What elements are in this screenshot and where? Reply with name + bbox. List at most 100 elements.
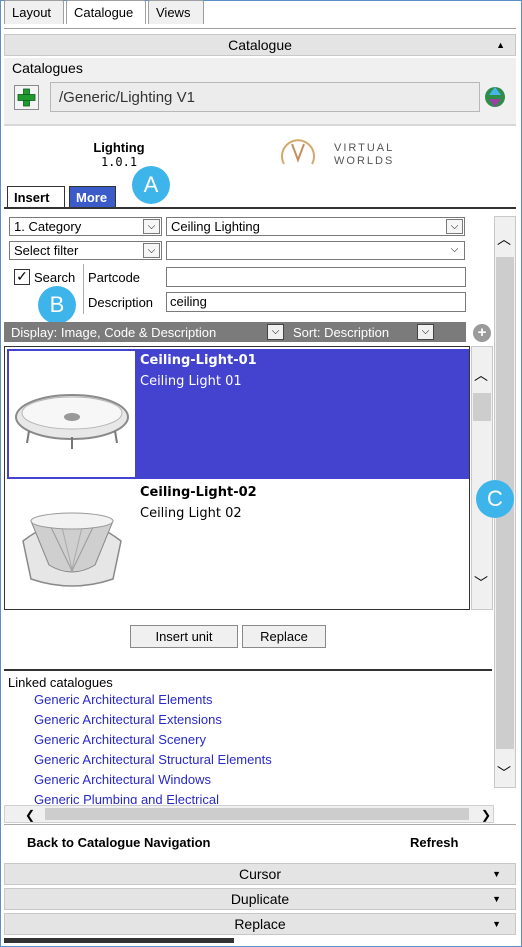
linked-catalogue-link[interactable]: Generic Architectural Windows <box>34 772 211 787</box>
duplicate-bar[interactable]: Duplicate ▼ <box>4 888 516 910</box>
filter-value-select[interactable]: ⌵ <box>166 241 465 260</box>
search-label: Search <box>34 270 76 285</box>
filter-select[interactable]: Select filter ⌵ <box>9 241 162 260</box>
category-type-select[interactable]: 1. Category ⌵ <box>9 217 162 236</box>
item-description: Ceiling Light 02 <box>140 506 242 521</box>
duplicate-bar-title: Duplicate <box>230 891 290 907</box>
insert-unit-label: Insert unit <box>155 629 213 644</box>
ceiling-light-02-image <box>22 512 122 587</box>
partcode-input[interactable] <box>166 267 466 287</box>
scroll-up-icon[interactable]: ︿ <box>497 229 511 249</box>
list-item-ceiling-light-01[interactable]: Ceiling-Light-01 Ceiling Light 01 <box>7 349 469 479</box>
display-mode-value: Display: Image, Code & Description <box>11 325 217 340</box>
linked-catalogue-link[interactable]: Generic Architectural Scenery <box>34 732 206 747</box>
add-catalogue-button[interactable] <box>14 85 39 110</box>
filter-divider <box>83 264 84 314</box>
subtab-underline <box>4 207 516 209</box>
chevron-down-icon: ⌵ <box>267 324 284 340</box>
category-value-text: Ceiling Lighting <box>171 219 260 234</box>
back-to-navigation-link[interactable]: Back to Catalogue Navigation <box>27 835 210 850</box>
partcode-label: Partcode <box>88 270 141 285</box>
plus-icon <box>17 88 36 107</box>
search-checkbox[interactable]: ✓ <box>14 269 30 285</box>
linked-catalogue-link[interactable]: Generic Architectural Structural Element… <box>34 752 272 767</box>
tab-more[interactable]: More <box>69 186 116 208</box>
refresh-link[interactable]: Refresh <box>410 835 458 850</box>
collapse-up-icon: ▲ <box>496 40 505 50</box>
tab-insert[interactable]: Insert <box>7 186 65 208</box>
tab-views-label: Views <box>156 5 191 20</box>
filter-select-value: Select filter <box>14 243 79 258</box>
badge-b: B <box>38 286 76 324</box>
display-mode-select[interactable]: Display: Image, Code & Description ⌵ <box>8 324 286 341</box>
horizontal-scrollbar[interactable]: ❮ ❯ <box>4 805 494 823</box>
replace-bar-title: Replace <box>234 916 286 932</box>
linked-clip: Generic Plumbing and Electrical <box>4 790 494 804</box>
category-value-select[interactable]: Ceiling Lighting ⌵ <box>166 217 465 236</box>
tab-insert-label: Insert <box>14 190 50 205</box>
description-input[interactable]: ceiling <box>166 292 466 312</box>
item-thumbnail <box>9 351 135 477</box>
chevron-down-icon: ⌵ <box>450 244 459 255</box>
separator <box>4 124 516 126</box>
description-value: ceiling <box>170 294 207 309</box>
add-item-icon[interactable]: + <box>473 324 491 342</box>
scroll-down-icon[interactable]: ﹀ <box>474 573 488 593</box>
scroll-down-icon[interactable]: ﹀ <box>497 763 511 783</box>
linked-catalogues-title: Linked catalogues <box>8 675 113 690</box>
tab-views[interactable]: Views <box>148 0 204 24</box>
item-list: Ceiling-Light-01 Ceiling Light 01 Ceilin… <box>4 346 470 610</box>
scroll-right-icon[interactable]: ❯ <box>481 808 491 822</box>
list-vertical-scrollbar[interactable]: ︿ ﹀ <box>471 346 493 610</box>
badge-c: C <box>476 480 514 518</box>
linked-divider <box>4 669 492 671</box>
replace-bar[interactable]: Replace ▼ <box>4 913 516 935</box>
list-item-ceiling-light-02[interactable]: Ceiling-Light-02 Ceiling Light 02 <box>7 481 469 607</box>
scroll-left-icon[interactable]: ❮ <box>25 808 35 822</box>
ceiling-light-01-image <box>15 394 129 449</box>
footer-divider <box>4 824 516 825</box>
item-description: Ceiling Light 01 <box>140 374 242 389</box>
logo-text-line1: VIRTUAL <box>334 142 395 154</box>
expand-down-icon: ▼ <box>492 869 501 879</box>
item-code: Ceiling-Light-02 <box>140 485 257 500</box>
linked-catalogue-link[interactable]: Generic Architectural Elements <box>34 692 212 707</box>
replace-button[interactable]: Replace <box>242 625 326 648</box>
chevron-down-icon: ⌵ <box>143 219 160 234</box>
catalogues-label: Catalogues <box>12 60 83 76</box>
tab-divider <box>4 28 516 29</box>
catalogue-header-title: Catalogue <box>228 37 292 53</box>
item-code: Ceiling-Light-01 <box>140 353 257 368</box>
catalogue-name: Lighting <box>93 140 145 155</box>
sort-mode-value: Sort: Description <box>293 325 390 340</box>
logo-mark-icon <box>281 139 315 165</box>
up-down-arrows-icon <box>485 87 505 107</box>
insert-unit-button[interactable]: Insert unit <box>130 625 238 648</box>
replace-label: Replace <box>260 629 308 644</box>
logo-text-line2: WORLDS <box>334 155 395 167</box>
expand-down-icon: ▼ <box>492 894 501 904</box>
linked-catalogue-link[interactable]: Generic Plumbing and Electrical <box>34 792 219 804</box>
item-thumbnail <box>9 483 135 605</box>
catalogue-path-text: /Generic/Lighting V1 <box>59 89 195 106</box>
catalogue-path-field[interactable]: /Generic/Lighting V1 <box>50 82 480 112</box>
tab-more-label: More <box>76 190 108 205</box>
cursor-bar[interactable]: Cursor ▼ <box>4 863 516 885</box>
tab-layout-label: Layout <box>12 5 52 20</box>
scroll-thumb[interactable] <box>473 393 491 421</box>
badge-a: A <box>132 166 170 204</box>
virtual-worlds-logo <box>276 134 320 170</box>
tab-catalogue[interactable]: Catalogue <box>66 0 146 24</box>
scroll-thumb[interactable] <box>45 808 469 820</box>
linked-catalogue-link[interactable]: Generic Architectural Extensions <box>34 712 222 727</box>
scroll-up-icon[interactable]: ︿ <box>474 365 488 385</box>
tab-layout[interactable]: Layout <box>4 0 64 24</box>
catalogue-header-bar[interactable]: Catalogue ▲ <box>4 34 516 56</box>
chevron-down-icon: ⌵ <box>446 219 463 234</box>
chevron-down-icon: ⌵ <box>143 243 160 258</box>
description-label: Description <box>88 295 154 310</box>
expand-down-icon: ▼ <box>492 919 501 929</box>
sort-mode-select[interactable]: Sort: Description ⌵ <box>290 324 436 341</box>
bottom-strip <box>4 938 234 943</box>
swap-catalogue-button[interactable] <box>484 84 506 110</box>
